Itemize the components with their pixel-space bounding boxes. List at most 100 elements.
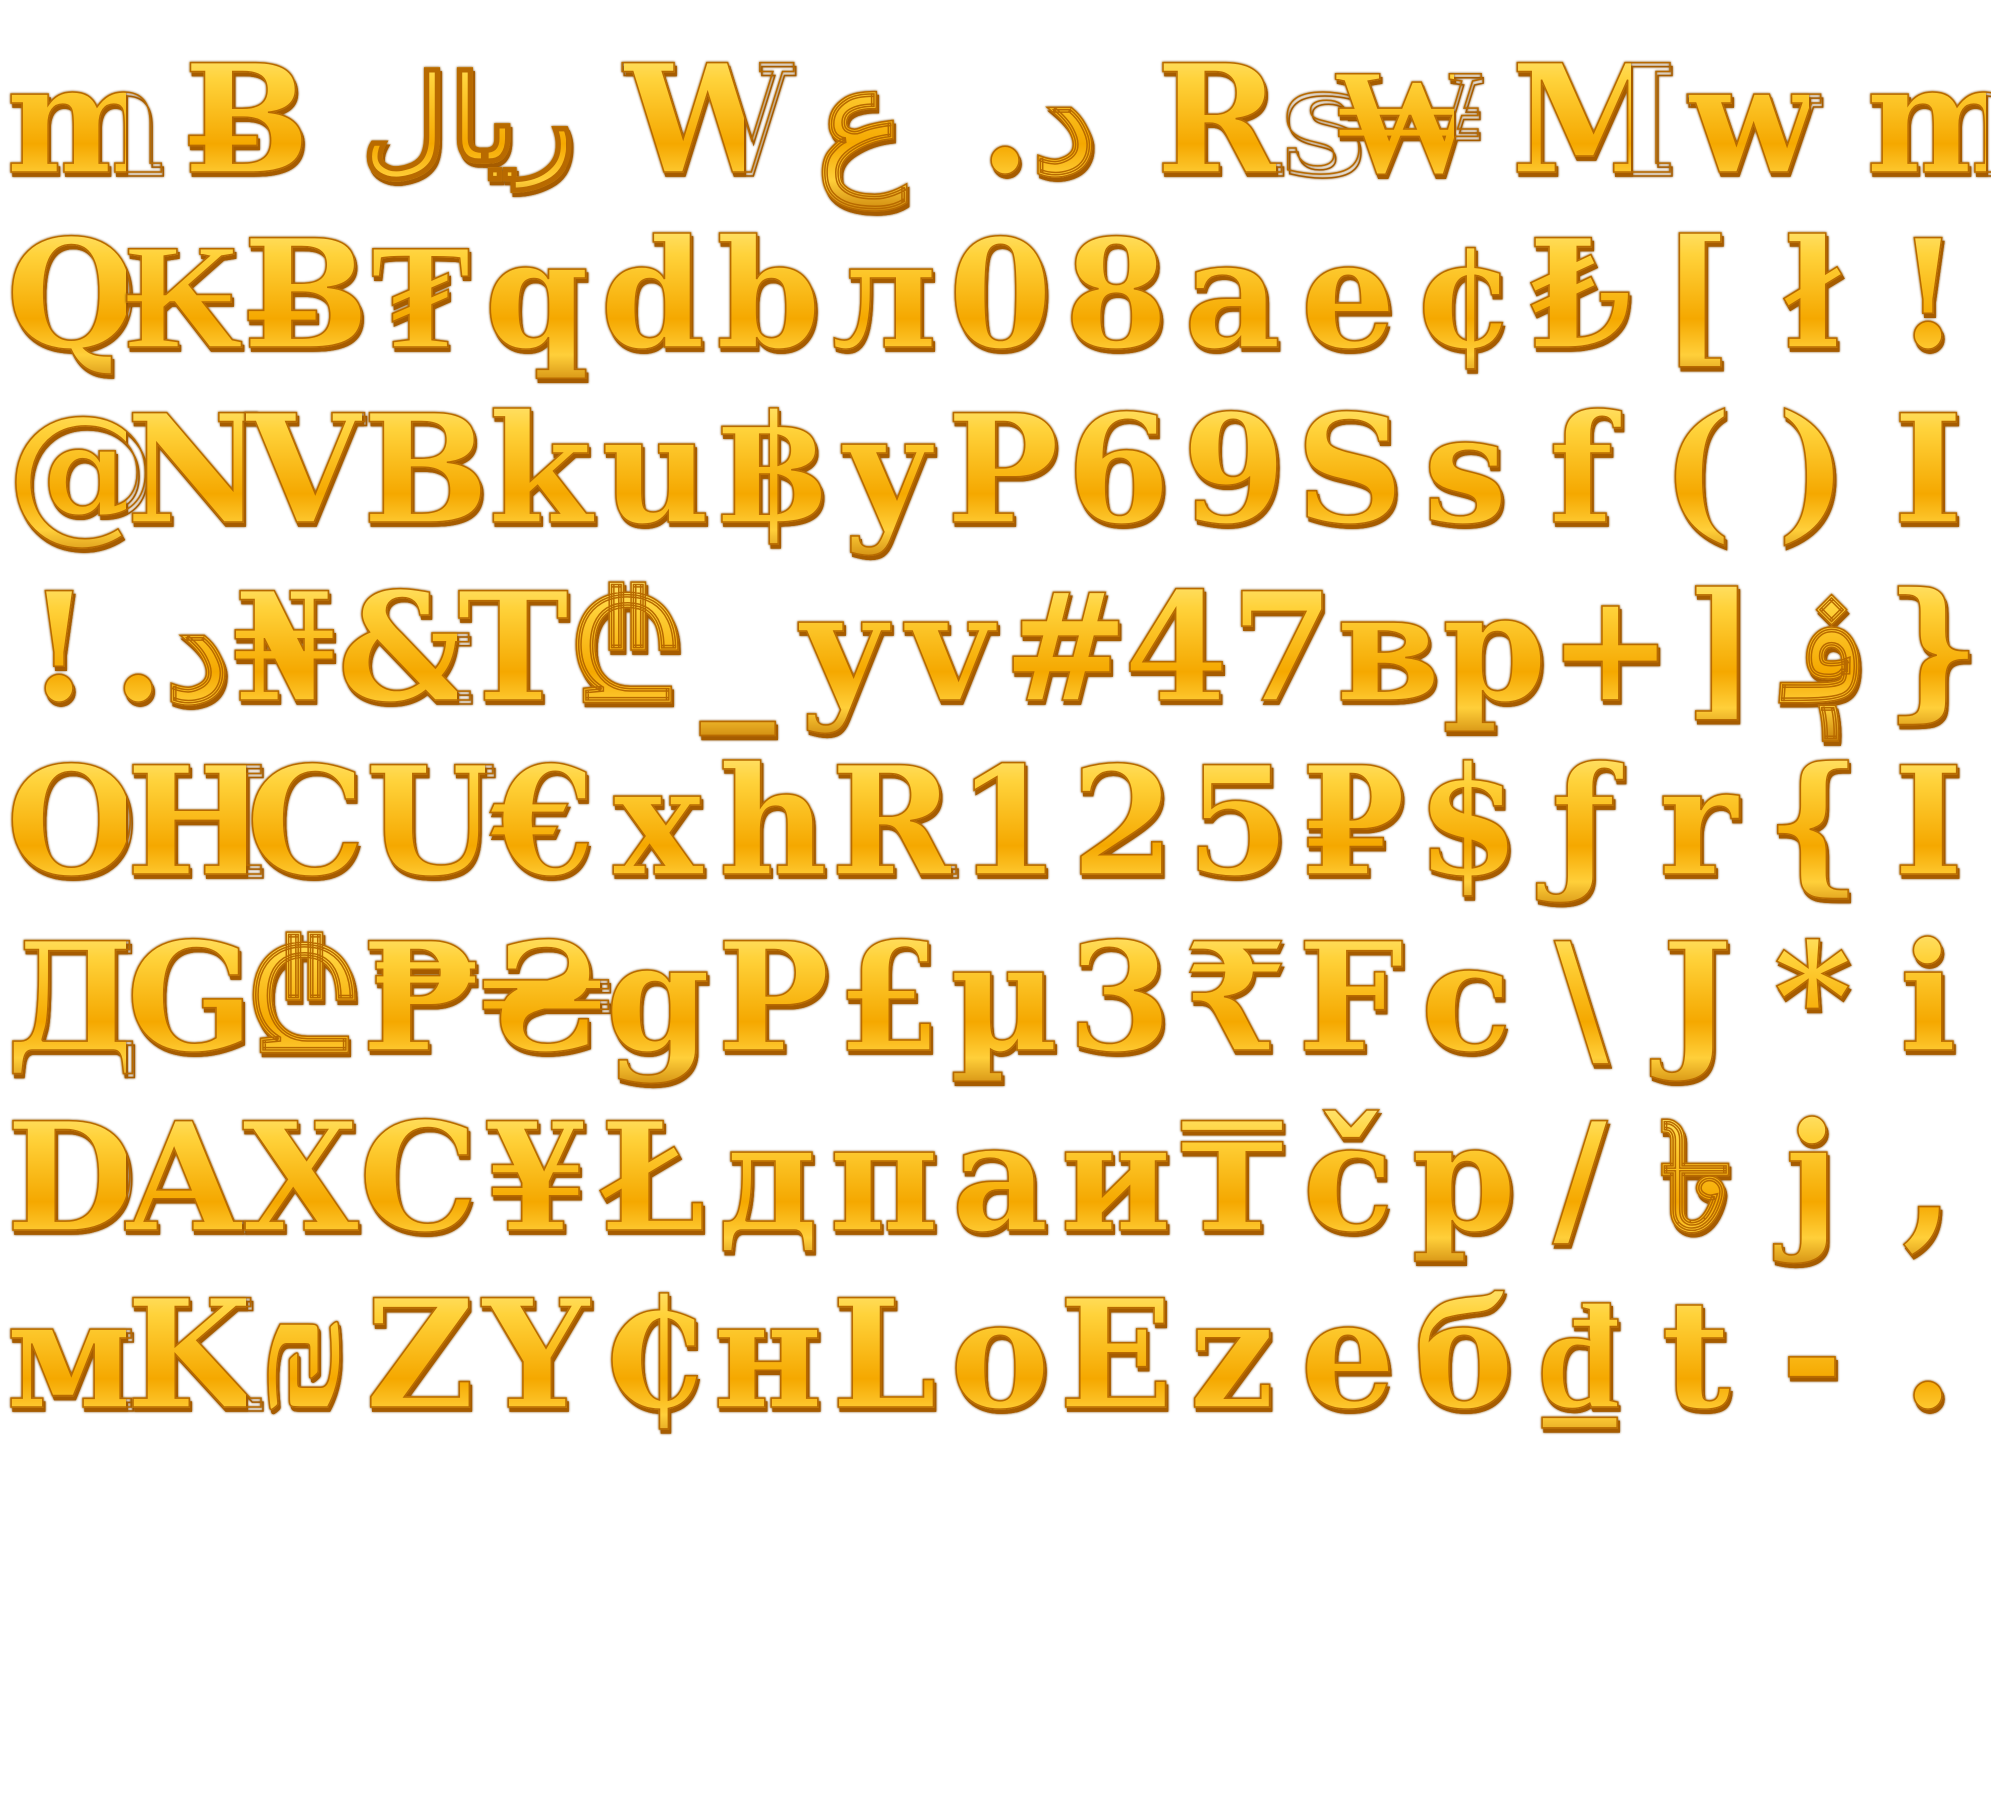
glyph: m — [1865, 20, 1991, 220]
glyph: [ — [1638, 195, 1754, 395]
glyph: ₪ — [246, 1255, 362, 1455]
glyph: Ƀ — [242, 195, 370, 395]
glyph: Ł — [594, 1078, 710, 1278]
glyph-row: Q ₭ Ƀ ₮ q d b л 0 8 a e ¢ ₺[ł! — [5, 195, 1986, 395]
glyph: 0 — [942, 195, 1058, 395]
glyph: . — [1870, 1255, 1986, 1455]
glyph: r — [1641, 722, 1756, 922]
glyph: C — [358, 1078, 479, 1278]
glyph: ƒ — [1526, 722, 1641, 922]
glyph: а — [942, 1078, 1058, 1278]
glyph: ฿ — [714, 370, 830, 570]
glyph: e — [1290, 1255, 1406, 1455]
glyph: , — [1870, 1078, 1986, 1278]
glyph: J — [1639, 898, 1754, 1098]
glyph: ( — [1639, 370, 1755, 570]
glyph: ؋ — [1774, 548, 1880, 748]
glyph: v — [897, 548, 1003, 748]
glyph: R — [830, 722, 956, 922]
glyph-row: O H C U € x h R 1 2 5 ₽ $ ƒ r{I — [5, 722, 1986, 922]
glyph: s — [1408, 370, 1524, 570]
glyph: z — [1174, 1255, 1290, 1455]
glyph: м — [5, 1255, 137, 1455]
glyph-row: D A X C ¥ Łд п а и ₸ č p / ৳ j, — [5, 1078, 1986, 1278]
glyph: Y — [478, 1255, 594, 1455]
glyph: ريال — [360, 20, 577, 220]
glyph: + — [1547, 548, 1674, 748]
glyph: I — [1870, 370, 1986, 570]
glyph: £ — [831, 898, 946, 1098]
glyph: L — [826, 1255, 942, 1455]
glyph: € — [485, 722, 600, 922]
glyph: P — [716, 898, 831, 1098]
glyph: 7 — [1229, 548, 1335, 748]
glyph: \ — [1524, 898, 1639, 1098]
glyph: c — [1408, 898, 1523, 1098]
glyph: p — [1406, 1078, 1522, 1278]
glyph: л — [827, 195, 943, 395]
glyph: T — [457, 548, 570, 748]
glyph: ł — [1754, 195, 1870, 395]
glyph: в — [1335, 548, 1441, 748]
glyph-row: m Ƀ ريال W ع .د Rs ₩ Mw m — [5, 20, 1991, 220]
glyph: 8 — [1058, 195, 1174, 395]
glyph: M — [1510, 20, 1678, 220]
glyph: ₴ — [479, 898, 612, 1098]
glyph: и — [1058, 1078, 1174, 1278]
glyph: A — [125, 1078, 243, 1278]
glyph: w — [1688, 20, 1819, 220]
glyph: I — [1871, 722, 1986, 922]
glyph: V — [245, 370, 363, 570]
glyph: ₹ — [1178, 898, 1293, 1098]
glyph: H — [125, 722, 268, 922]
glyph: f — [1523, 370, 1639, 570]
glyph: п — [826, 1078, 942, 1278]
glyph: ) — [1755, 370, 1871, 570]
glyph: x — [600, 722, 715, 922]
glyph: N — [125, 370, 264, 570]
glyph: i — [1870, 898, 1985, 1098]
glyph: .د — [111, 548, 232, 748]
glyph: y — [791, 548, 897, 748]
glyph: & — [337, 548, 474, 748]
glyph: 6 — [1061, 370, 1177, 570]
glyph: н — [710, 1255, 826, 1455]
glyph: U — [365, 722, 497, 922]
glyph: P — [945, 370, 1061, 570]
glyph: * — [1755, 898, 1870, 1098]
glyph-row: Д G ₾ ₱ ₴ g P £ µ 3 ₹ Fc \ J * i — [5, 898, 1986, 1098]
glyph: 5 — [1181, 722, 1296, 922]
glyph: C — [245, 722, 366, 922]
glyph: ₭ — [125, 195, 243, 395]
glyph: č — [1290, 1078, 1406, 1278]
glyph: G — [125, 898, 255, 1098]
glyph: E — [1058, 1255, 1174, 1455]
glyph: ₽ — [1296, 722, 1411, 922]
glyph: ₾ — [245, 898, 362, 1098]
glyph: ₵ — [594, 1255, 710, 1455]
glyph: ¥ — [478, 1078, 594, 1278]
glyph: ₩ — [1333, 20, 1485, 220]
glyph: Д — [5, 898, 140, 1098]
glyph: F — [1293, 898, 1408, 1098]
glyph: - — [1754, 1255, 1870, 1455]
glyph: W — [623, 20, 793, 220]
glyph: { — [1756, 722, 1871, 922]
glyph: K — [125, 1255, 257, 1455]
glyph: ₾ — [568, 548, 685, 748]
glyph: ع — [801, 20, 921, 220]
glyph: ₫ — [1522, 1255, 1638, 1455]
glyph: µ — [947, 898, 1062, 1098]
glyph: ] — [1668, 548, 1774, 748]
glyph: _ — [685, 548, 791, 748]
glyph-row: м K ₪ Z Y ₵ н Lo Ez e б ₫ t -. — [5, 1255, 1986, 1455]
glyph: } — [1880, 548, 1986, 748]
glyph: ₮ — [363, 195, 479, 395]
glyph: 1 — [951, 722, 1066, 922]
glyph: $ — [1411, 722, 1526, 922]
glyph: u — [598, 370, 714, 570]
glyph: X — [242, 1078, 360, 1278]
glyph: j — [1754, 1078, 1870, 1278]
glyph: B — [362, 370, 490, 570]
glyph: 9 — [1176, 370, 1292, 570]
